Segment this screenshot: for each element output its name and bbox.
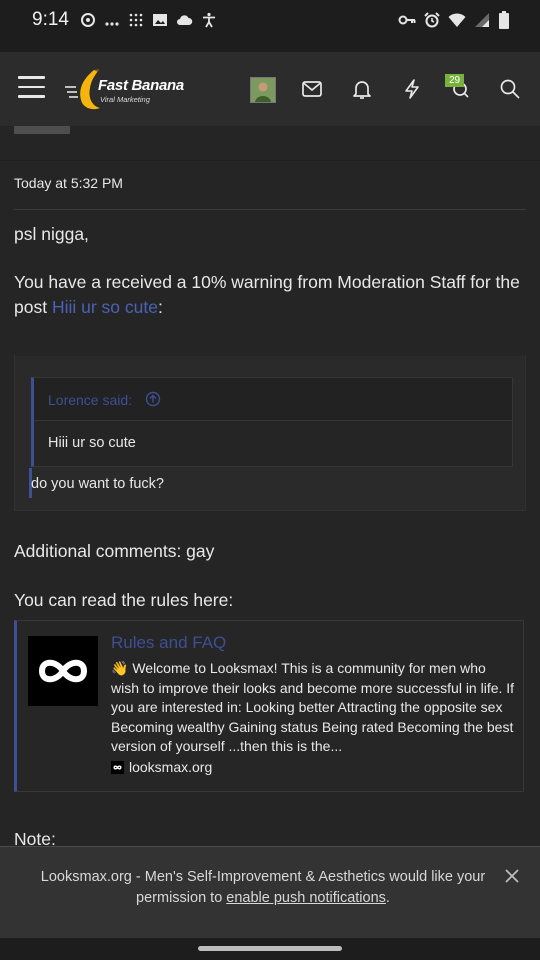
site-logo[interactable]: Fast Banana Viral Marketing <box>64 68 184 112</box>
sync-icon <box>81 13 95 27</box>
avatar-image <box>251 78 275 102</box>
cloud-icon <box>177 15 193 25</box>
push-banner-suffix: . <box>385 890 390 906</box>
cell-signal-icon <box>475 13 489 27</box>
system-nav-bar <box>0 938 540 960</box>
link-preview-site[interactable]: looksmax.org <box>111 759 212 775</box>
jump-to-quote-icon[interactable] <box>145 391 161 407</box>
app-header: Fast Banana Viral Marketing 29 <box>0 52 540 126</box>
more-dots-icon <box>105 22 119 26</box>
grid-dots-icon <box>129 13 143 27</box>
rules-link-preview[interactable]: Rules and FAQ 👋 Welcome to Looksmax! Thi… <box>14 620 524 792</box>
status-gap <box>0 40 540 52</box>
waving-hand-emoji: 👋 <box>111 660 129 676</box>
link-preview-description: 👋 Welcome to Looksmax! This is a communi… <box>111 659 515 757</box>
warning-paragraph: You have a received a 10% warning from M… <box>14 270 526 320</box>
status-left-icons <box>80 8 217 32</box>
menu-icon[interactable] <box>18 76 45 98</box>
quote-reply-text: do you want to fuck? <box>31 476 164 492</box>
quote-header: Lorence said: <box>34 378 512 421</box>
message-timestamp[interactable]: Today at 5:32 PM <box>14 175 123 191</box>
quoted-post-block: Lorence said: Hiii ur so cute do you wan… <box>14 353 526 511</box>
divider <box>14 209 526 210</box>
accessibility-icon <box>203 12 215 28</box>
status-time: 9:14 <box>32 9 69 30</box>
close-icon[interactable] <box>503 867 521 885</box>
avatar[interactable] <box>250 77 276 103</box>
push-banner-text: Looksmax.org - Men's Self-Improvement & … <box>28 867 498 909</box>
status-right-icons <box>398 8 510 32</box>
looksmax-favicon-icon <box>111 760 124 774</box>
greeting-text: psl nigga, <box>14 224 89 244</box>
logo-title: Fast Banana <box>98 77 184 94</box>
author-thumbnail[interactable] <box>14 126 70 134</box>
alerts-bell-icon[interactable] <box>351 78 373 100</box>
message-content: Today at 5:32 PM psl nigga, You have a r… <box>0 126 540 849</box>
conversations-badge: 29 <box>445 74 465 87</box>
status-bar: 9:14 <box>0 0 540 40</box>
logo-subtitle: Viral Marketing <box>100 95 150 104</box>
warning-suffix: : <box>157 297 163 317</box>
rules-intro: You can read the rules here: <box>14 590 234 610</box>
quote-inner-text: Hiii ur so cute <box>48 435 136 451</box>
search-icon[interactable] <box>499 78 521 100</box>
link-preview-domain: looksmax.org <box>129 759 213 775</box>
additional-comments: Additional comments: gay <box>14 541 215 561</box>
push-notification-banner: Looksmax.org - Men's Self-Improvement & … <box>0 846 540 938</box>
quote-author[interactable]: Lorence said: <box>48 392 132 408</box>
message-header-strip <box>0 126 540 161</box>
link-preview-description-text: Welcome to Looksmax! This is a community… <box>111 660 515 754</box>
enable-push-link[interactable]: enable push notifications <box>226 890 386 906</box>
wifi-icon <box>448 13 466 27</box>
warned-post-link[interactable]: Hiii ur so cute <box>52 297 158 317</box>
image-icon <box>153 14 167 26</box>
nested-quote: Lorence said: Hiii ur so cute <box>31 377 513 467</box>
looksmax-logo-icon <box>28 636 98 706</box>
vpn-key-icon <box>398 15 416 25</box>
whats-new-bolt-icon[interactable] <box>401 78 423 100</box>
link-preview-title[interactable]: Rules and FAQ <box>111 633 226 653</box>
home-gesture-pill[interactable] <box>198 946 342 951</box>
battery-icon <box>499 11 509 29</box>
inbox-icon[interactable] <box>301 78 323 100</box>
alarm-icon <box>424 12 440 28</box>
